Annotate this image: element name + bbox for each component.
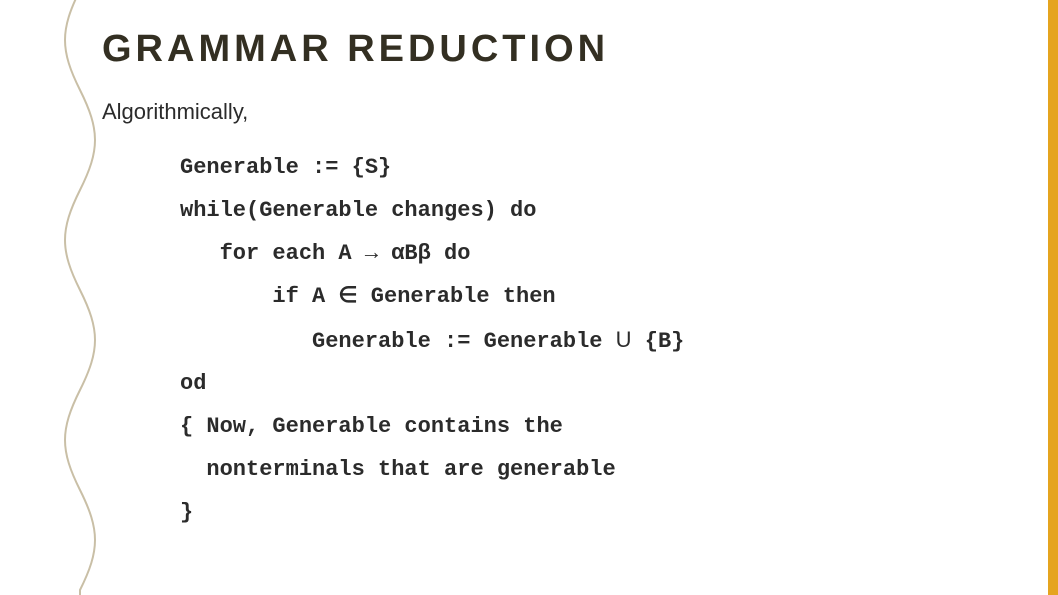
code-line-7: { Now, Generable contains the — [180, 414, 563, 439]
union-symbol: U — [616, 327, 632, 352]
code-line-1: Generable := {S} — [180, 155, 391, 180]
code-line-5b: {B} — [632, 329, 685, 354]
code-line-2: while(Generable changes) do — [180, 198, 536, 223]
algorithm-block: Generable := {S} while(Generable changes… — [180, 147, 1018, 535]
code-line-9: } — [180, 500, 193, 525]
code-line-6: od — [180, 371, 206, 396]
code-line-5a: Generable := Generable — [180, 329, 616, 354]
right-accent-bar — [1048, 0, 1058, 595]
code-line-4: if A ∈ Generable then — [180, 284, 556, 309]
left-wave-decoration — [0, 0, 100, 595]
code-line-8: nonterminals that are generable — [180, 457, 616, 482]
slide-title: GRAMMAR REDUCTION — [102, 28, 1018, 71]
code-line-3: for each A → αBβ do — [180, 241, 470, 266]
intro-text: Algorithmically, — [102, 99, 1018, 125]
